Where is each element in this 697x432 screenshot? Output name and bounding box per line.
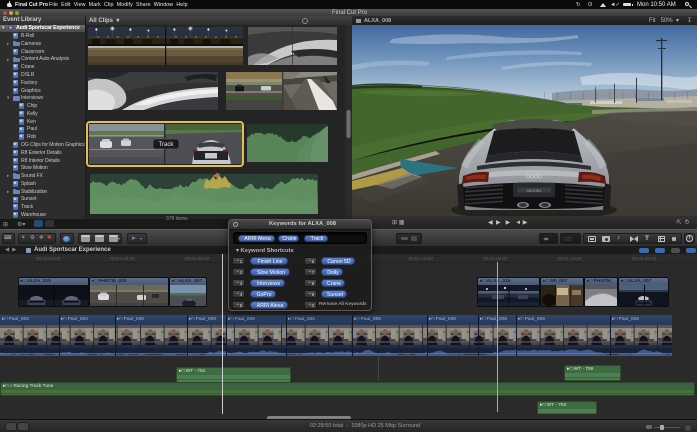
svg-text:Track: Track — [159, 142, 175, 148]
svg-text:C8OOR4: C8OOR4 — [527, 189, 542, 193]
